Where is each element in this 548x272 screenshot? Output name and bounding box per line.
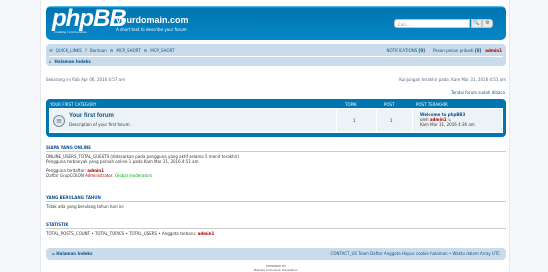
forum-description: Description of your first forum. xyxy=(69,122,131,127)
group-legend: Daftar GrupCOLON Administrator, Global m… xyxy=(46,173,506,178)
menu-icon[interactable]: ☰ xyxy=(49,48,53,53)
navbar: ☰ QUICK_LINKS ? Bantuan ⚙ MCP_SHORT ⚙ MC… xyxy=(46,44,506,66)
online-line-2: Pengguna terbanyak yang pernah online 1 … xyxy=(46,159,199,164)
forum-posts-count: 1 xyxy=(390,118,393,123)
page-wrap: phpBB creating communities yourdomain.co… xyxy=(40,0,510,272)
site-description: A short text to describe your forum xyxy=(116,27,187,32)
nav-user: NOTIFICATIONS [0] Pesan-pesan pribadi [0… xyxy=(379,46,503,55)
statistics-heading: Statistik xyxy=(46,222,506,229)
notifications-label: NOTIFICATIONS xyxy=(386,48,418,53)
pm-count: [0] xyxy=(474,48,482,53)
nav-links: ☰ QUICK_LINKS ? Bantuan ⚙ MCP_SHORT ⚙ MC… xyxy=(49,46,178,55)
site-title: yourdomain.com xyxy=(116,15,189,25)
birthdays-heading: Yang berulang tahun xyxy=(46,195,506,202)
category-title[interactable]: Your first category xyxy=(50,102,96,107)
home-icon: ⌂ xyxy=(49,58,52,64)
breadcrumb: ⌂ Halaman Indeks xyxy=(49,56,503,65)
legend-admin[interactable]: Administrator, xyxy=(85,173,114,178)
logo-tagline: creating communities xyxy=(54,30,87,34)
time-info: Sekarang ini Rab Apr 06, 2016 4:57 am Ku… xyxy=(46,77,506,82)
logo-text: phpBB xyxy=(52,5,127,32)
forum-read-icon: ≡ xyxy=(53,115,65,127)
help-icon: ? xyxy=(84,48,87,53)
mcp-icon-2: ⚙ xyxy=(143,48,148,53)
header-topics: Topik xyxy=(345,102,357,107)
birthdays: Yang berulang tahun Tidak ada yang berul… xyxy=(46,195,506,209)
mcp-link-1[interactable]: MCP_SHORT xyxy=(116,48,140,53)
divider xyxy=(336,109,337,132)
online-heading[interactable]: Siapa yang online xyxy=(46,145,506,152)
who-is-online: Siapa yang online ONLINE_USERS_TOTAL_GUE… xyxy=(46,145,506,178)
search-icon[interactable]: 🔍 xyxy=(471,19,482,28)
forum-row: ≡ Your first forum Description of your f… xyxy=(49,108,503,133)
mark-forums-read[interactable]: Tandai forum sudah dibaca xyxy=(451,90,505,95)
birthdays-text: Tidak ada yang berulang tahun hari ini xyxy=(46,204,124,209)
legend-global-mods[interactable]: Global moderators xyxy=(115,173,152,178)
search-input[interactable]: Cari… xyxy=(394,19,470,28)
breadcrumb-index[interactable]: Halaman Indeks xyxy=(55,59,91,64)
forum-title[interactable]: Your first forum xyxy=(69,113,114,119)
divider xyxy=(376,109,377,132)
current-time: Sekarang ini Rab Apr 06, 2016 4:57 am xyxy=(46,77,125,82)
newest-member[interactable]: admin1 xyxy=(198,231,215,236)
site-header: phpBB creating communities yourdomain.co… xyxy=(46,5,506,40)
mcp-link-2[interactable]: MCP_SHORT xyxy=(150,48,174,53)
forum-list: Your first category Topik Post Post tera… xyxy=(46,99,506,137)
user-menu[interactable]: admin1 xyxy=(485,48,502,53)
footer-navbar: ⌂ Halaman Indeks CONTACT_US Team Daftar … xyxy=(46,248,506,260)
footer-crumb-label: Halaman Indeks xyxy=(56,251,93,256)
last-post-date: Kam Mar 31, 2016 4:36 am xyxy=(420,122,475,127)
divider xyxy=(412,109,413,132)
statistics-text: TOTAL_POSTS_COUNT • TOTAL_TOPICS • TOTAL… xyxy=(46,231,197,236)
header-last-post: Post terakhir xyxy=(416,102,448,107)
footer-breadcrumb[interactable]: ⌂ Halaman Indeks xyxy=(52,251,92,256)
quick-links[interactable]: QUICK_LINKS xyxy=(56,48,82,53)
forum-last-post: Welcome to phpBB3 oleh admin1 ↳ Kam Mar … xyxy=(420,112,475,127)
legend-label: Daftar GrupCOLON xyxy=(46,173,84,178)
powered-by-line-2[interactable]: Bahasa Indonesia Translation xyxy=(41,268,511,272)
pm-link[interactable]: Pesan-pesan pribadi [0] xyxy=(429,48,481,53)
home-icon: ⌂ xyxy=(52,251,55,256)
pm-label: Pesan-pesan pribadi xyxy=(433,48,474,53)
mcp-icon: ⚙ xyxy=(109,48,114,53)
forum-topics-count: 1 xyxy=(353,118,356,123)
last-visit: Kunjungan terakhir pada: Kam Mar 31, 201… xyxy=(399,77,506,82)
notifications-count: [0] xyxy=(418,48,425,53)
header-posts: Post xyxy=(384,102,395,107)
notifications-link[interactable]: NOTIFICATIONS [0] xyxy=(383,48,426,53)
footer-links[interactable]: CONTACT_US Team Daftar Anggota Hapus coo… xyxy=(331,251,500,256)
gear-icon[interactable]: ⚙ xyxy=(482,19,493,28)
powered-by: POWERED BY Bahasa Indonesia Translation xyxy=(41,264,511,272)
statistics: Statistik TOTAL_POSTS_COUNT • TOTAL_TOPI… xyxy=(46,222,506,236)
help-link[interactable]: Bantuan xyxy=(90,48,107,53)
statistics-line: TOTAL_POSTS_COUNT • TOTAL_TOPICS • TOTAL… xyxy=(46,231,506,236)
